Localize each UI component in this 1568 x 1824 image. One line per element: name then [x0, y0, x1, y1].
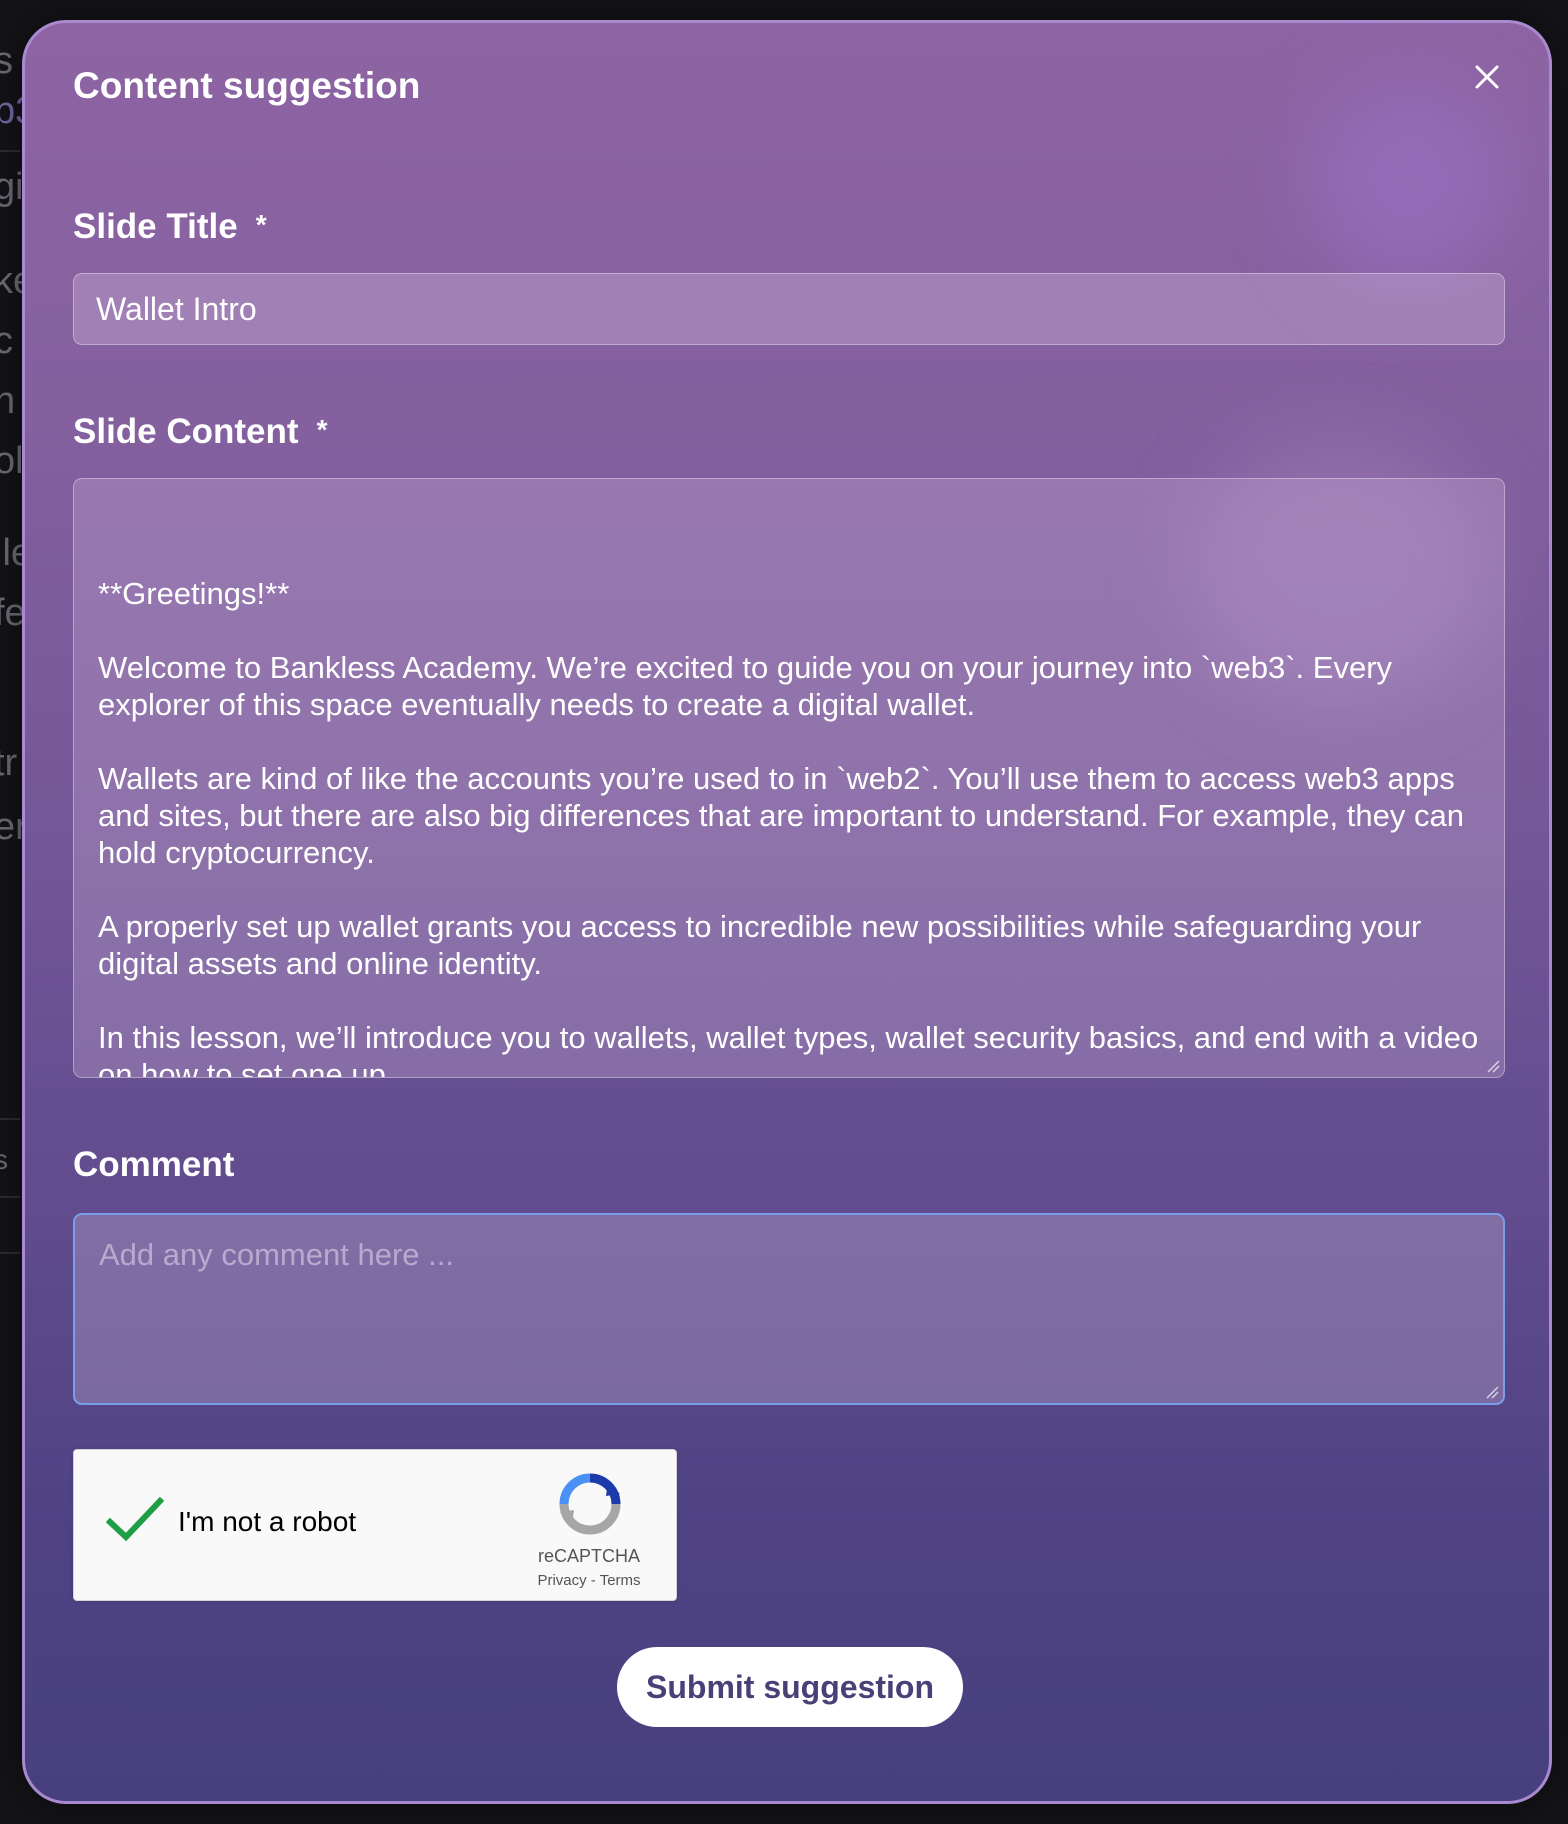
content-suggestion-modal: Content suggestion Slide Title * Wallet I… [22, 20, 1552, 1804]
required-mark: * [316, 414, 328, 445]
required-mark: * [255, 209, 267, 240]
background-text-fragment: c [0, 320, 13, 362]
background-divider [0, 1252, 20, 1254]
comment-placeholder: Add any comment here ... [99, 1237, 454, 1272]
recaptcha-brand: reCAPTCHA [537, 1546, 640, 1566]
background-text-fragment: s [0, 1144, 8, 1175]
recaptcha-terms-link[interactable]: Terms [600, 1572, 641, 1589]
background-divider [0, 1118, 20, 1120]
close-button[interactable] [1465, 55, 1509, 99]
slide-content-textarea[interactable]: **Greetings!** Welcome to Bankless Acade… [73, 478, 1505, 1078]
submit-suggestion-button[interactable]: Submit suggestion [617, 1647, 963, 1727]
recaptcha-privacy-link[interactable]: Privacy [537, 1572, 586, 1589]
recaptcha-label: I'm not a robot [178, 1506, 357, 1537]
slide-content-text: **Greetings!** Welcome to Bankless Acade… [98, 576, 1479, 1078]
resize-grip-icon[interactable] [1483, 1383, 1499, 1399]
comment-label: Comment [73, 1145, 235, 1184]
modal-title: Content suggestion [73, 65, 421, 106]
background-text-fragment: ol [0, 440, 24, 482]
background-divider [0, 150, 20, 152]
recaptcha-link-separator: - [586, 1572, 600, 1589]
background-divider [0, 1196, 20, 1198]
recaptcha-widget: I'm not a robot reCAPTCHA Privacy - Term… [73, 1449, 677, 1601]
recaptcha-checkbox[interactable] [105, 1496, 165, 1544]
resize-grip-icon[interactable] [1484, 1057, 1500, 1073]
slide-content-label-text: Slide Content [73, 412, 299, 451]
background-text-fragment: h [0, 380, 16, 422]
background-text-fragment: s [0, 40, 13, 82]
checkmark-icon [105, 1496, 165, 1542]
slide-content-label: Slide Content * [73, 412, 327, 452]
slide-title-input[interactable]: Wallet Intro [73, 273, 1505, 345]
close-icon [1475, 65, 1499, 89]
background-text-fragment: tr [0, 742, 18, 784]
slide-title-label-text: Slide Title [73, 207, 238, 246]
recaptcha-logo-icon [559, 1473, 621, 1535]
slide-title-label: Slide Title * [73, 207, 267, 247]
recaptcha-links: Privacy - Terms [514, 1572, 664, 1589]
modal-glow [1309, 83, 1509, 283]
comment-textarea[interactable]: Add any comment here ... [73, 1213, 1505, 1405]
